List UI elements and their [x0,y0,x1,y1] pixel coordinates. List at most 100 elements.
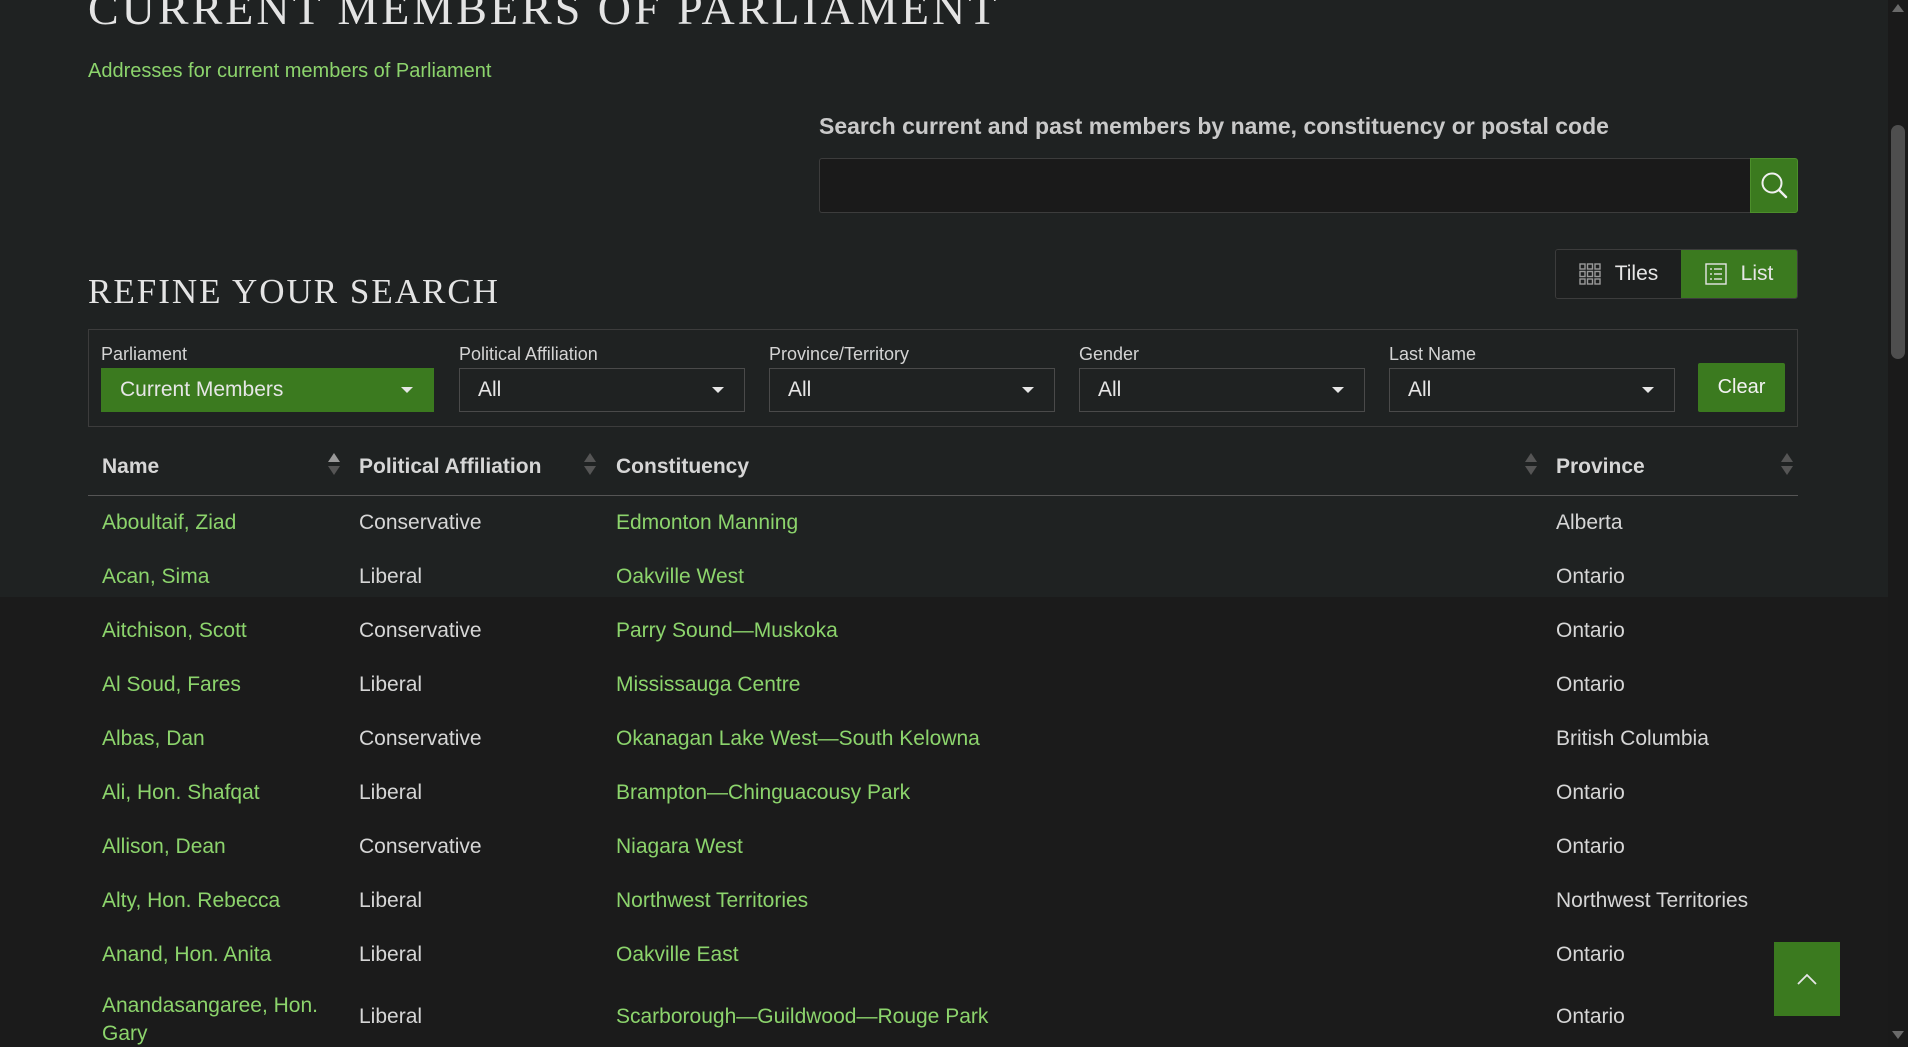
cell-province: Ontario [1556,565,1625,588]
list-label: List [1740,262,1774,285]
column-header-name[interactable]: Name [102,437,159,496]
chevron-up-icon [1797,973,1817,985]
constituency-link[interactable]: Mississauga Centre [616,673,800,697]
constituency-link[interactable]: Northwest Territories [616,889,808,913]
sort-icon[interactable] [1781,453,1793,479]
column-header-political-affiliation[interactable]: Political Affiliation [359,437,541,496]
cell-constituency: Niagara West [616,820,743,874]
cell-party: Conservative [359,619,482,642]
filter-last-name: Last Name All [1389,344,1675,412]
scroll-up-arrow-icon[interactable] [1892,4,1904,12]
select-value: All [478,378,502,401]
cell-constituency: Parry Sound—Muskoka [616,604,838,658]
constituency-link[interactable]: Brampton—Chinguacousy Park [616,781,910,805]
select-value: All [1408,378,1432,401]
cell-province: Ontario [1556,619,1625,642]
search-label: Search current and past members by name,… [819,113,1609,139]
name-link[interactable]: Ali, Hon. Shafqat [102,781,260,805]
cell-name: Albas, Dan [102,712,205,766]
last-name-select[interactable]: All [1389,368,1675,412]
gender-select[interactable]: All [1079,368,1365,412]
cell-constituency: Northwest Territories [616,874,808,928]
table-row: Acan, Sima Liberal Oakville West Ontario [88,550,1798,604]
constituency-link[interactable]: Oakville West [616,565,744,589]
clear-button[interactable]: Clear [1698,363,1785,412]
addresses-link[interactable]: Addresses for current members of Parliam… [88,60,492,83]
name-link[interactable]: Aitchison, Scott [102,619,247,643]
name-link[interactable]: Al Soud, Fares [102,673,241,697]
cell-party: Liberal [359,781,423,804]
cell-province: Ontario [1556,781,1625,804]
political-affiliation-select[interactable]: All [459,368,745,412]
refine-title: Refine Your Search [88,272,500,311]
constituency-link[interactable]: Oakville East [616,943,739,967]
cell-province: Alberta [1556,511,1623,534]
cell-party: Liberal [359,565,423,588]
cell-party: Liberal [359,1005,423,1028]
scrollbar-thumb[interactable] [1891,125,1905,359]
tiles-view-button[interactable]: Tiles [1556,250,1681,298]
name-link[interactable]: Aboultaif, Ziad [102,511,236,535]
page: Current Members of Parliament Addresses … [0,0,1908,1047]
cell-party: Conservative [359,511,482,534]
cell-name: Anand, Hon. Anita [102,928,271,982]
list-view-button[interactable]: List [1681,250,1797,298]
cell-name: Aboultaif, Ziad [102,496,236,550]
sort-icon[interactable] [328,453,340,479]
table-body: Aboultaif, Ziad Conservative Edmonton Mann… [88,496,1798,1047]
cell-constituency: Oakville West [616,550,744,604]
table-row: Al Soud, Fares Liberal Mississauga Centre O… [88,658,1798,712]
cell-party: Liberal [359,673,423,696]
name-link[interactable]: Allison, Dean [102,835,226,859]
name-link[interactable]: Anand, Hon. Anita [102,943,271,967]
caret-down-icon [712,387,724,393]
sort-icon[interactable] [1525,453,1537,479]
name-link[interactable]: Anandasangaree, Hon. Gary [102,992,332,1047]
name-link[interactable]: Albas, Dan [102,727,205,751]
cell-name: Allison, Dean [102,820,226,874]
search-button[interactable] [1750,158,1798,213]
cell-party: Conservative [359,727,482,750]
table-row: Albas, Dan Conservative Okanagan Lake West… [88,712,1798,766]
table-row: Allison, Dean Conservative Niagara West Ont… [88,820,1798,874]
constituency-link[interactable]: Parry Sound—Muskoka [616,619,838,643]
table-row: Aitchison, Scott Conservative Parry Sound—… [88,604,1798,658]
column-header-constituency[interactable]: Constituency [616,437,749,496]
search-input[interactable] [819,158,1751,213]
page-title: Current Members of Parliament [88,0,1000,34]
filter-political-affiliation: Political Affiliation All [459,344,745,412]
province-select[interactable]: All [769,368,1055,412]
sort-icon[interactable] [584,453,596,479]
cell-name: Aitchison, Scott [102,604,247,658]
back-to-top-button[interactable] [1774,942,1840,1016]
column-header-province[interactable]: Province [1556,437,1645,496]
scroll-down-arrow-icon[interactable] [1892,1031,1904,1039]
filter-label: Political Affiliation [459,344,598,364]
view-toggle: Tiles List [1555,249,1798,299]
table-row: Ali, Hon. Shafqat Liberal Brampton—Chingua… [88,766,1798,820]
table-header: Name Political Affiliation Constituency … [88,437,1798,496]
cell-constituency: Brampton—Chinguacousy Park [616,766,910,820]
cell-constituency: Okanagan Lake West—South Kelowna [616,712,980,766]
name-link[interactable]: Acan, Sima [102,565,209,589]
cell-name: Acan, Sima [102,550,209,604]
parliament-select[interactable]: Current Members [101,368,434,412]
cell-name: Al Soud, Fares [102,658,241,712]
table-row: Alty, Hon. Rebecca Liberal Northwest Terri… [88,874,1798,928]
constituency-link[interactable]: Edmonton Manning [616,511,798,535]
cell-name: Alty, Hon. Rebecca [102,874,280,928]
cell-party: Liberal [359,889,423,912]
cell-province: Ontario [1556,835,1625,858]
constituency-link[interactable]: Niagara West [616,835,743,859]
filter-label: Last Name [1389,344,1477,364]
select-value: All [788,378,812,401]
cell-province: Ontario [1556,1005,1625,1028]
filter-parliament: Parliament Current Members [101,344,434,412]
cell-party: Liberal [359,943,423,966]
constituency-link[interactable]: Scarborough—Guildwood—Rouge Park [616,1005,988,1029]
name-link[interactable]: Alty, Hon. Rebecca [102,889,280,913]
cell-province: Ontario [1556,673,1625,696]
filter-panel: Parliament Current Members Political Aff… [88,329,1798,427]
constituency-link[interactable]: Okanagan Lake West—South Kelowna [616,727,980,751]
cell-constituency: Oakville East [616,928,739,982]
